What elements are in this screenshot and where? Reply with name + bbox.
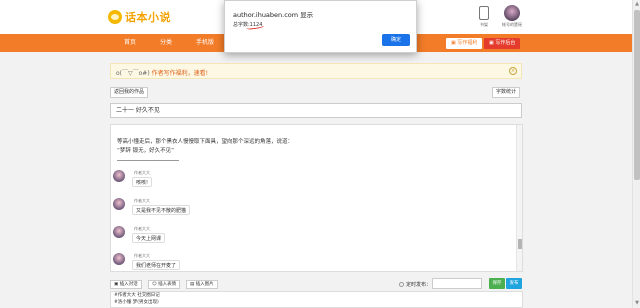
chat-bubble: 又是我不见不散的肥猫: [132, 205, 191, 215]
page-scrollbar[interactable]: ▲ ▼: [632, 0, 640, 308]
word-count-button[interactable]: 字数统计: [492, 87, 521, 98]
avatar: [504, 5, 520, 21]
notice-bar: o(￣▽￣o#) 作者写作福利，速看! ×: [110, 63, 522, 79]
chat-author: 作者大大: [134, 226, 150, 231]
user-name: 帐号的楚瑶: [502, 22, 522, 27]
phone-icon: [479, 6, 489, 20]
notice-emoticon: o(￣▽￣o#): [116, 70, 150, 77]
paragraph-text: “梦辞 锻无，好久不见”: [117, 148, 174, 154]
nav-home[interactable]: 首页: [124, 34, 136, 52]
editor-scroll-thumb[interactable]: [518, 239, 522, 249]
tags-field[interactable]: #作者大大 社交圈日记 #洛小懂 梦(男女出现): [110, 291, 523, 308]
chat-author: 作者大大: [134, 198, 150, 203]
chat-bubble: 我们老师在开麦了: [132, 260, 181, 270]
chat-author: 作者大大: [134, 253, 150, 258]
insert-image-label: 插入图片: [195, 282, 214, 287]
chat-bubble: 咳咳!: [132, 177, 153, 187]
scroll-down-icon[interactable]: ▼: [634, 300, 640, 306]
avatar: [113, 170, 125, 182]
insert-dialog-label: 插入对话: [119, 282, 138, 287]
writing-welfare-button[interactable]: ▣ 写作福利: [446, 38, 483, 49]
writing-backend-label: 写作后台: [495, 40, 516, 46]
back-to-works-button[interactable]: 返回我的作品: [110, 87, 149, 98]
editor-scrollbar[interactable]: [516, 125, 522, 271]
user-menu[interactable]: 帐号的楚瑶: [494, 5, 530, 28]
publish-button[interactable]: 发布: [506, 278, 522, 289]
chat-author: 作者大大: [134, 170, 150, 175]
schedule-label: 定时发布：: [406, 282, 432, 288]
site-logo[interactable]: 话本小说: [108, 8, 171, 26]
paragraph-text: 等高小懂走后，那个黑衣人慢慢取下面具，望向那个深远的角落，说道：: [117, 139, 294, 145]
writing-backend-button[interactable]: ▣ 写作后台: [484, 38, 521, 49]
nav-category[interactable]: 分类: [160, 34, 172, 52]
radio-icon: [399, 282, 404, 287]
notice-link[interactable]: 作者写作福利，速看!: [152, 70, 208, 77]
schedule-time-input[interactable]: [432, 278, 482, 289]
ok-button[interactable]: 确定: [382, 34, 410, 46]
insert-emoji-label: 插入表情: [158, 282, 177, 287]
writing-welfare-label: 写作福利: [457, 40, 478, 46]
avatar: [113, 198, 125, 210]
logo-mascot-icon: [108, 10, 122, 24]
tag-line: #洛小懂 梦(男女出现): [114, 299, 159, 305]
chat-bubble: 今天上网课: [132, 233, 166, 243]
schedule-toggle[interactable]: 定时发布：: [399, 281, 431, 288]
divider: [117, 160, 179, 161]
close-icon[interactable]: ×: [509, 67, 517, 75]
content-editor[interactable]: 等高小懂走后，那个黑衣人慢慢取下面具，望向那个深远的角落，说道： “梦辞 锻无，…: [110, 124, 523, 272]
page-scroll-thumb[interactable]: [634, 10, 640, 180]
save-button[interactable]: 保存: [489, 278, 505, 289]
chapter-title-input[interactable]: 二十一 好久不见: [110, 103, 522, 118]
avatar: [113, 226, 125, 238]
insert-dialog-button[interactable]: ▣ 插入对话: [110, 280, 142, 289]
insert-image-button[interactable]: ▤ 插入图片: [186, 280, 218, 289]
avatar: [113, 253, 125, 265]
nav-mobile[interactable]: 手机版: [196, 34, 214, 52]
logo-text: 话本小说: [125, 11, 171, 24]
dialog-title: author.ihuaben.com 显示: [233, 11, 314, 19]
notice-text: o(￣▽￣o#) 作者写作福利，速看!: [116, 68, 208, 77]
scroll-up-icon[interactable]: ▲: [634, 1, 640, 7]
insert-emoji-button[interactable]: ☺ 插入表情: [148, 280, 181, 289]
